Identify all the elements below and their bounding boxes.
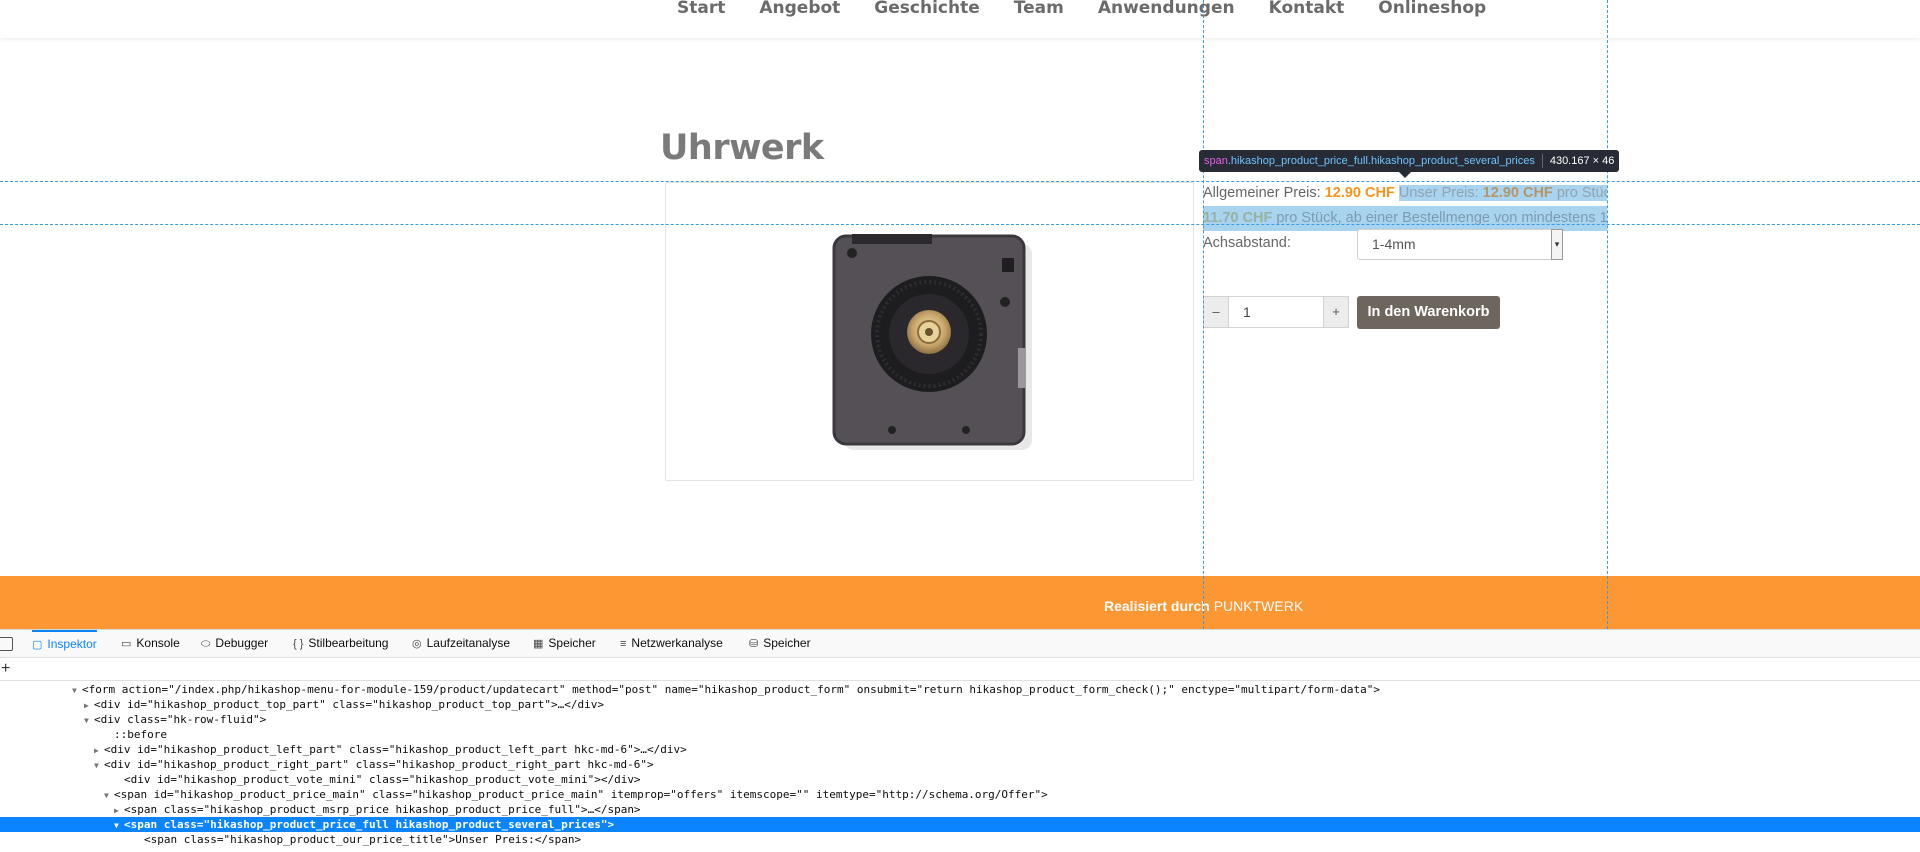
devtools-panel: ▢ Inspektor ▭ Konsole ⬭ Debugger { } Stilbea… bbox=[0, 629, 1920, 852]
expand-toggle-icon[interactable]: ▶ bbox=[114, 803, 124, 818]
expand-toggle-icon[interactable]: ▼ bbox=[94, 758, 104, 773]
tab-konsole[interactable]: ▭ Konsole bbox=[121, 630, 180, 657]
tab-stilbearbeitung[interactable]: { } Stilbearbeitung bbox=[293, 630, 388, 657]
nav-item-team[interactable]: Team bbox=[1014, 0, 1064, 18]
expand-toggle-icon[interactable]: ▼ bbox=[114, 818, 124, 833]
characteristic-selected-value: 1-4mm bbox=[1372, 236, 1416, 252]
quantity-stepper: – 1 + bbox=[1203, 296, 1349, 328]
dom-node-left-part[interactable]: ▶ <div id="hikashop_product_left_part" cl… bbox=[0, 742, 1920, 757]
tab-inspektor[interactable]: ▢ Inspektor bbox=[32, 630, 97, 657]
tooltip-arrow bbox=[1399, 172, 1411, 178]
expand-toggle-icon[interactable]: ▶ bbox=[84, 698, 94, 713]
inspector-icon: ▢ bbox=[32, 639, 43, 651]
top-navigation: Start Angebot Geschichte Team Anwendunge… bbox=[0, 0, 1920, 38]
nav-item-start[interactable]: Start bbox=[677, 0, 725, 18]
expand-toggle-icon[interactable]: ▼ bbox=[104, 788, 114, 803]
style-editor-icon: { } bbox=[293, 638, 304, 650]
quantity-increase-button[interactable]: + bbox=[1323, 296, 1349, 328]
dom-node-form[interactable]: ▼ <form action="/index.php/hikashop-menu-… bbox=[0, 682, 1920, 697]
nav-menu: Start Angebot Geschichte Team Anwendunge… bbox=[677, 0, 1520, 18]
debugger-icon: ⬭ bbox=[201, 638, 211, 650]
chevron-down-icon[interactable]: ▾ bbox=[1551, 229, 1563, 260]
dom-node-before[interactable]: ::before bbox=[0, 727, 1920, 742]
our-price-highlight: Unser Preis: 12.90 CHF pro Stück bbox=[1398, 185, 1607, 201]
add-to-cart-button[interactable]: In den Warenkorb bbox=[1357, 296, 1500, 329]
clock-movement-image bbox=[832, 234, 1032, 450]
nav-item-kontakt[interactable]: Kontakt bbox=[1269, 0, 1345, 18]
inspector-guide-right bbox=[1607, 0, 1608, 629]
dom-node-right-part[interactable]: ▼ <div id="hikashop_product_right_part" c… bbox=[0, 757, 1920, 772]
devtools-secondary-bar: + bbox=[0, 658, 1920, 681]
our-price-label: Unser Preis: bbox=[1398, 185, 1479, 201]
console-icon: ▭ bbox=[121, 638, 132, 650]
bulk-price-row: 11.70 CHF pro Stück, ab einer Bestellmen… bbox=[1203, 206, 1607, 231]
dom-node-row-fluid[interactable]: ▼ <div class="hk-row-fluid"> bbox=[0, 712, 1920, 727]
product-image-frame[interactable] bbox=[665, 182, 1194, 481]
inspector-guide-top bbox=[0, 181, 1920, 182]
memory-icon: ▦ bbox=[533, 638, 544, 650]
inspector-guide-bottom bbox=[0, 224, 1920, 225]
network-icon: ≡ bbox=[620, 638, 627, 650]
general-price-value: 12.90 CHF bbox=[1324, 185, 1395, 201]
footer-credit-link[interactable]: PUNKTWERK bbox=[1214, 598, 1303, 614]
dom-node-msrp-price[interactable]: ▶ <span class="hikashop_product_msrp_pric… bbox=[0, 802, 1920, 817]
general-price-label: Allgemeiner Preis: bbox=[1203, 185, 1321, 201]
devtools-toolbar: ▢ Inspektor ▭ Konsole ⬭ Debugger { } Stilbea… bbox=[0, 630, 1920, 658]
quantity-input[interactable]: 1 bbox=[1229, 296, 1323, 328]
characteristic-label: Achsabstand: bbox=[1203, 235, 1291, 251]
footer-band: Realisiert durch PUNKTWERK bbox=[0, 576, 1920, 629]
our-price-value: 12.90 CHF bbox=[1482, 185, 1553, 201]
nav-item-anwendungen[interactable]: Anwendungen bbox=[1098, 0, 1235, 18]
product-title: Uhrwerk bbox=[660, 128, 824, 168]
tab-laufzeitanalyse[interactable]: ◎ Laufzeitanalyse bbox=[412, 630, 510, 657]
nav-item-geschichte[interactable]: Geschichte bbox=[874, 0, 979, 18]
element-picker-icon[interactable] bbox=[0, 637, 13, 651]
dom-node-vote-mini[interactable]: <div id="hikashop_product_vote_mini" cla… bbox=[0, 772, 1920, 787]
website-viewport: Start Angebot Geschichte Team Anwendunge… bbox=[0, 0, 1920, 629]
tab-netzwerkanalyse[interactable]: ≡ Netzwerkanalyse bbox=[620, 630, 723, 657]
add-node-icon[interactable]: + bbox=[1, 658, 10, 680]
inspector-guide-left bbox=[1203, 0, 1204, 629]
dom-node-several-prices[interactable]: ▼ <span class="hikashop_product_price_ful… bbox=[0, 817, 1920, 832]
expand-toggle-icon[interactable]: ▶ bbox=[94, 743, 104, 758]
nav-item-onlineshop[interactable]: Onlineshop bbox=[1378, 0, 1486, 18]
tooltip-size: 430.167 × 46 bbox=[1549, 155, 1615, 167]
dom-node-our-price-title[interactable]: <span class="hikashop_product_our_price_… bbox=[0, 832, 1920, 847]
dom-node-price-main[interactable]: ▼ <span id="hikashop_product_price_main" … bbox=[0, 787, 1920, 802]
tooltip-tag: span bbox=[1204, 155, 1228, 167]
tab-speicher-memory[interactable]: ▦ Speicher bbox=[533, 630, 596, 657]
tooltip-class: .hikashop_product_price_full.hikashop_pr… bbox=[1227, 155, 1535, 167]
characteristic-select[interactable]: 1-4mm ▾ bbox=[1357, 229, 1563, 260]
inspector-tooltip: span.hikashop_product_price_full.hikasho… bbox=[1199, 150, 1620, 172]
expand-toggle-icon[interactable]: ▼ bbox=[84, 713, 94, 728]
storage-icon: ⛁ bbox=[749, 638, 759, 650]
footer-credit-prefix: Realisiert durch bbox=[1104, 598, 1210, 614]
performance-icon: ◎ bbox=[412, 638, 422, 650]
nav-item-angebot[interactable]: Angebot bbox=[759, 0, 840, 18]
our-price-unit: pro Stück bbox=[1556, 185, 1607, 201]
tab-speicher-storage[interactable]: ⛁ Speicher bbox=[749, 630, 811, 657]
expand-toggle-icon[interactable]: ▼ bbox=[72, 683, 82, 698]
quantity-decrease-button[interactable]: – bbox=[1203, 296, 1229, 328]
dom-node-top-part[interactable]: ▶ <div id="hikashop_product_top_part" cla… bbox=[0, 697, 1920, 712]
tab-debugger[interactable]: ⬭ Debugger bbox=[201, 630, 268, 657]
